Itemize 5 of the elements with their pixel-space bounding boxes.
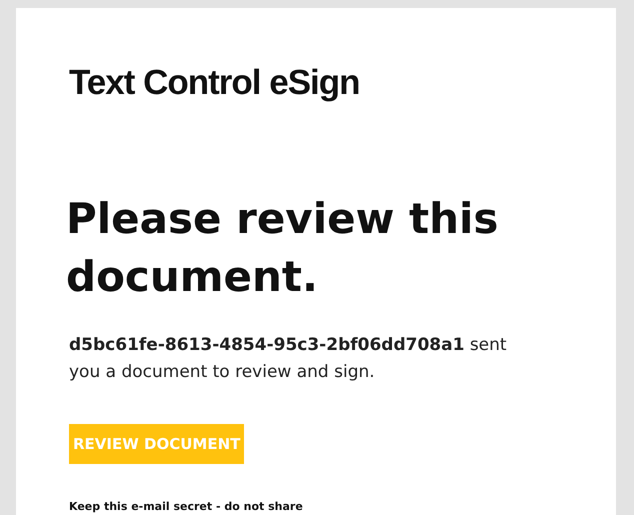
- logo: Text Control eSign: [69, 62, 361, 104]
- heading: Please review this document.: [66, 193, 500, 303]
- message-text: d5bc61fe-8613-4854-95c3-2bf06dd708a1 sent you a document to review and sign.: [69, 334, 508, 384]
- footer-note: Keep this e-mail secret - do not share: [69, 500, 304, 513]
- review-document-button[interactable]: REVIEW DOCUMENT: [69, 424, 244, 464]
